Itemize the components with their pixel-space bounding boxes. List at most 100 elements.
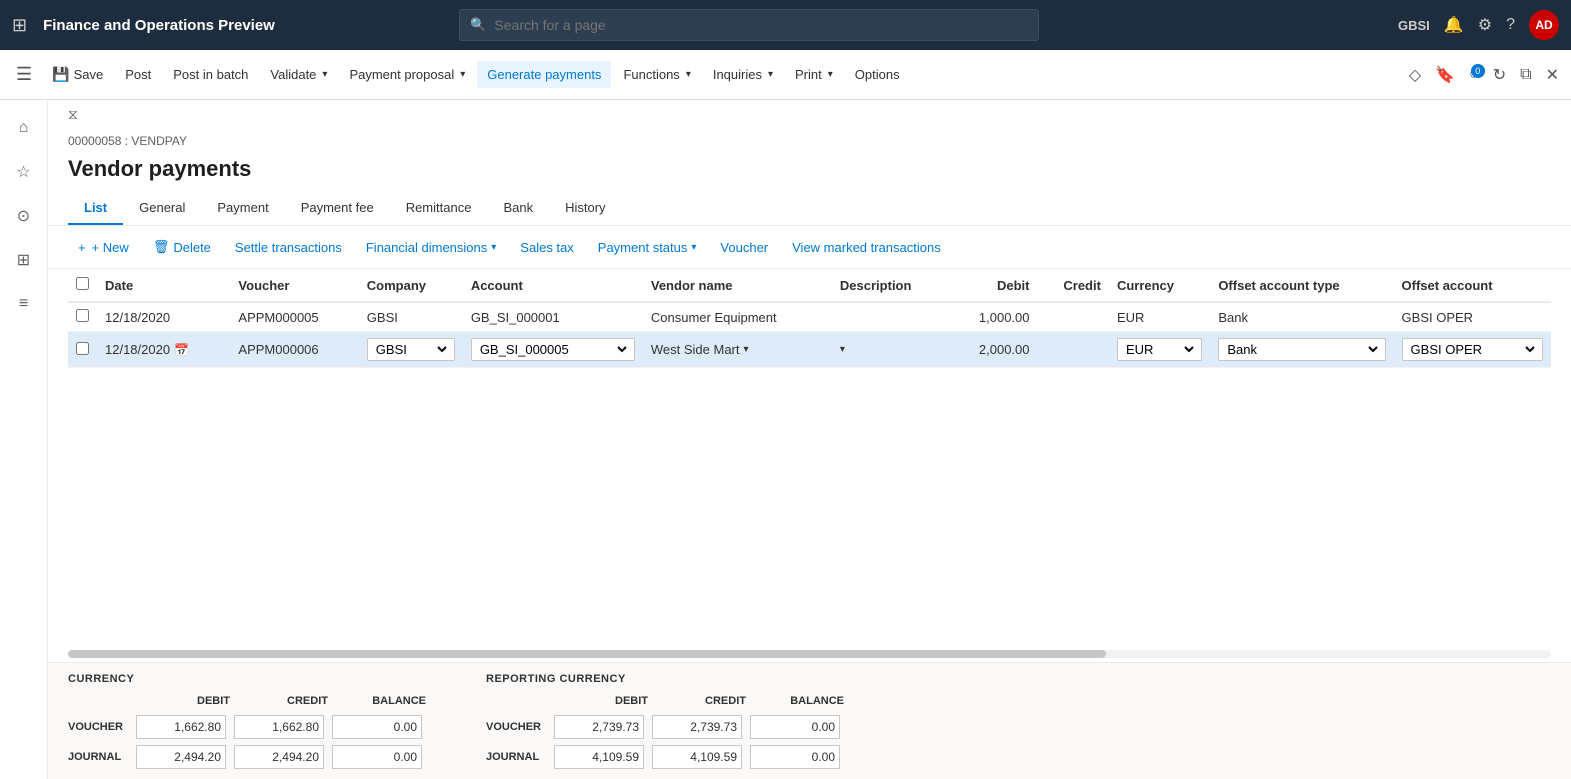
sidebar-icon-workspaces[interactable]: ⊞ xyxy=(4,240,44,280)
row2-check[interactable] xyxy=(68,332,97,368)
description-dropdown-arrow-icon[interactable]: ▾ xyxy=(840,344,845,355)
payment-proposal-label: Payment proposal xyxy=(349,67,454,82)
currency-voucher-row: VOUCHER xyxy=(68,715,426,739)
col-debit: Debit xyxy=(949,269,1038,302)
table-row[interactable]: 12/18/2020 📅 APPM000006 GBSI xyxy=(68,332,1551,368)
row1-currency: EUR xyxy=(1109,302,1210,332)
print-label: Print xyxy=(795,67,822,82)
row2-account[interactable]: GB_SI_000005 xyxy=(463,332,643,368)
filter-icon[interactable]: ⧖ xyxy=(68,106,78,122)
tab-general[interactable]: General xyxy=(123,192,201,225)
tab-bank[interactable]: Bank xyxy=(487,192,549,225)
reporting-journal-debit[interactable] xyxy=(554,745,644,769)
col-vendor-name: Vendor name xyxy=(643,269,832,302)
currency-journal-debit[interactable] xyxy=(136,745,226,769)
settings-icon[interactable]: ⚙ xyxy=(1478,15,1492,35)
sidebar-icon-recent[interactable]: ⊙ xyxy=(4,196,44,236)
help-icon[interactable]: ? xyxy=(1506,16,1515,34)
reporting-voucher-balance[interactable] xyxy=(750,715,840,739)
search-icon: 🔍 xyxy=(470,17,486,33)
row2-description[interactable]: ▾ xyxy=(832,332,949,368)
reporting-voucher-credit[interactable] xyxy=(652,715,742,739)
tab-payment[interactable]: Payment xyxy=(201,192,284,225)
print-button[interactable]: Print ▾ xyxy=(785,61,843,88)
post-in-batch-button[interactable]: Post in batch xyxy=(163,61,258,88)
reporting-journal-balance[interactable] xyxy=(750,745,840,769)
save-icon: 💾 xyxy=(52,66,69,83)
row2-offset-type-select[interactable]: Bank xyxy=(1223,341,1380,358)
validate-button[interactable]: Validate ▾ xyxy=(260,61,337,88)
summary-section: CURRENCY DEBIT CREDIT BALANCE VOUCHER JO… xyxy=(48,662,1571,779)
reporting-header-row: DEBIT CREDIT BALANCE xyxy=(486,695,844,707)
col-date: Date xyxy=(97,269,230,302)
validate-label: Validate xyxy=(270,67,316,82)
diamond-icon[interactable]: ◇ xyxy=(1405,61,1425,89)
row1-check[interactable] xyxy=(68,302,97,332)
options-button[interactable]: Options xyxy=(845,61,910,88)
row2-currency-select[interactable]: EUR xyxy=(1122,341,1197,358)
vendor-dropdown-arrow-icon[interactable]: ▾ xyxy=(744,344,749,355)
reporting-credit-header: CREDIT xyxy=(656,695,746,707)
badge-btn[interactable]: ○ 0 xyxy=(1465,66,1483,84)
table-row[interactable]: 12/18/2020 APPM000005 GBSI GB_SI_000001 … xyxy=(68,302,1551,332)
open-new-icon[interactable]: ⧉ xyxy=(1516,62,1535,88)
save-button[interactable]: 💾 Save xyxy=(42,60,113,89)
tab-list[interactable]: List xyxy=(68,192,123,225)
currency-title: CURRENCY xyxy=(68,673,426,685)
calendar-icon[interactable]: 📅 xyxy=(174,343,189,357)
search-input[interactable] xyxy=(494,17,1028,33)
bookmark-icon[interactable]: 🔖 xyxy=(1431,61,1459,89)
scrollbar-thumb[interactable] xyxy=(68,650,1106,658)
row2-offset-account[interactable]: GBSI OPER xyxy=(1394,332,1551,368)
reporting-voucher-debit[interactable] xyxy=(554,715,644,739)
tab-remittance[interactable]: Remittance xyxy=(390,192,488,225)
row2-offset-type[interactable]: Bank xyxy=(1210,332,1393,368)
generate-payments-button[interactable]: Generate payments xyxy=(477,61,611,88)
row2-account-select[interactable]: GB_SI_000005 xyxy=(476,341,630,358)
sidebar-icon-favorites[interactable]: ☆ xyxy=(4,152,44,192)
tab-payment-fee[interactable]: Payment fee xyxy=(285,192,390,225)
reporting-currency-summary-group: REPORTING CURRENCY DEBIT CREDIT BALANCE … xyxy=(486,673,844,769)
waffle-icon[interactable]: ⊞ xyxy=(12,15,27,36)
payment-proposal-button[interactable]: Payment proposal ▾ xyxy=(339,61,475,88)
row2-company-select[interactable]: GBSI xyxy=(372,341,450,358)
validate-arrow-icon: ▾ xyxy=(322,69,327,80)
row2-company[interactable]: GBSI xyxy=(359,332,463,368)
delete-button[interactable]: 🗑 Delete xyxy=(143,234,221,260)
sidebar-icon-home[interactable]: ⌂ xyxy=(4,108,44,148)
menu-toggle-icon[interactable]: ☰ xyxy=(8,60,40,89)
currency-voucher-credit[interactable] xyxy=(234,715,324,739)
row2-offset-account-select[interactable]: GBSI OPER xyxy=(1407,341,1538,358)
voucher-button[interactable]: Voucher xyxy=(710,235,778,260)
row2-currency[interactable]: EUR xyxy=(1109,332,1210,368)
select-all-checkbox[interactable] xyxy=(76,277,89,290)
functions-label: Functions xyxy=(623,67,679,82)
sales-tax-button[interactable]: Sales tax xyxy=(510,235,583,260)
payment-status-button[interactable]: Payment status ▾ xyxy=(588,235,707,260)
reporting-journal-credit[interactable] xyxy=(652,745,742,769)
currency-voucher-balance[interactable] xyxy=(332,715,422,739)
functions-button[interactable]: Functions ▾ xyxy=(613,61,700,88)
currency-journal-credit[interactable] xyxy=(234,745,324,769)
settle-transactions-button[interactable]: Settle transactions xyxy=(225,235,352,260)
avatar[interactable]: AD xyxy=(1529,10,1559,40)
close-icon[interactable]: ✕ xyxy=(1542,61,1563,89)
post-button[interactable]: Post xyxy=(115,61,161,88)
payment-status-arrow-icon: ▾ xyxy=(691,242,696,253)
view-marked-button[interactable]: View marked transactions xyxy=(782,235,951,260)
refresh-icon[interactable]: ↻ xyxy=(1489,61,1510,89)
currency-debit-header: DEBIT xyxy=(140,695,230,707)
voucher-label: Voucher xyxy=(720,240,768,255)
financial-dimensions-button[interactable]: Financial dimensions ▾ xyxy=(356,235,506,260)
inquiries-button[interactable]: Inquiries ▾ xyxy=(703,61,783,88)
scrollbar-track[interactable] xyxy=(68,650,1551,658)
row2-voucher: APPM000006 xyxy=(230,332,358,368)
row1-description xyxy=(832,302,949,332)
currency-voucher-debit[interactable] xyxy=(136,715,226,739)
sales-tax-label: Sales tax xyxy=(520,240,573,255)
new-button[interactable]: + + New xyxy=(68,235,139,260)
notification-icon[interactable]: 🔔 xyxy=(1444,15,1464,35)
sidebar-icon-modules[interactable]: ≡ xyxy=(4,284,44,324)
tab-history[interactable]: History xyxy=(549,192,621,225)
currency-journal-balance[interactable] xyxy=(332,745,422,769)
